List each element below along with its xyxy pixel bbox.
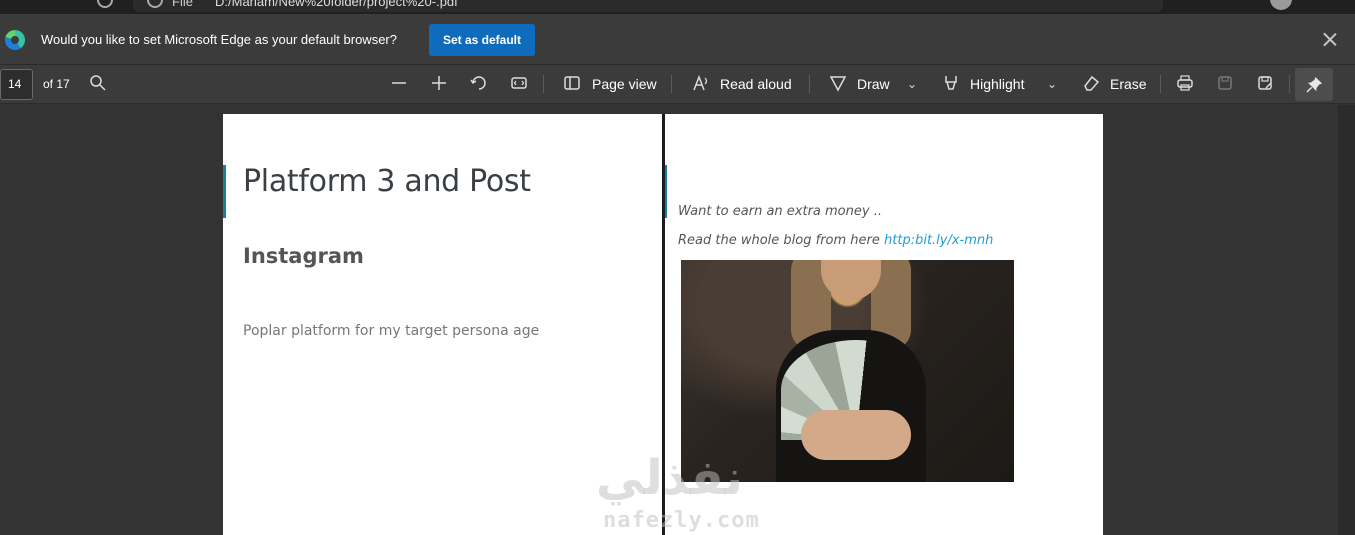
- highlight-button[interactable]: Highlight: [970, 76, 1024, 92]
- slide-subtitle: Instagram: [243, 244, 364, 268]
- save-as-icon[interactable]: [1255, 74, 1275, 94]
- eraser-icon[interactable]: [1081, 74, 1101, 94]
- chevron-down-icon[interactable]: ⌄: [902, 74, 922, 94]
- blog-link[interactable]: http:bit.ly/x-mnh: [884, 233, 993, 248]
- toolbar-separator: [1289, 75, 1290, 93]
- slide-title: Platform 3 and Post: [243, 164, 531, 199]
- draw-button[interactable]: Draw: [857, 76, 890, 92]
- search-icon[interactable]: [88, 74, 108, 94]
- blog-text-prefix: Read the whole blog from here: [678, 233, 885, 248]
- watermark-text: nafezly.com: [603, 508, 760, 533]
- toolbar-separator: [1160, 75, 1161, 93]
- money-fan-photo: [681, 260, 1014, 482]
- blog-text: Read the whole blog from here http:bit.l…: [678, 233, 993, 248]
- pin-toolbar-button[interactable]: [1295, 68, 1333, 101]
- zoom-in-icon[interactable]: [429, 74, 449, 94]
- vertical-scrollbar[interactable]: [1338, 105, 1355, 535]
- toolbar-separator: [671, 75, 672, 93]
- address-scheme-label: File: [172, 0, 193, 9]
- save-icon[interactable]: [1215, 74, 1235, 94]
- page-view-button[interactable]: Page view: [592, 76, 657, 92]
- address-bar-strip: File D:/Mariam/New%20folder/project%20-.…: [0, 0, 1355, 14]
- promo-text: Want to earn an extra money ..: [678, 204, 882, 219]
- rotate-icon[interactable]: [469, 74, 489, 94]
- refresh-icon[interactable]: [97, 0, 113, 8]
- zoom-out-icon[interactable]: [389, 74, 409, 94]
- edge-logo-icon: [5, 30, 25, 50]
- erase-button[interactable]: Erase: [1110, 76, 1147, 92]
- read-aloud-button[interactable]: Read aloud: [720, 76, 792, 92]
- infobar-message: Would you like to set Microsoft Edge as …: [41, 32, 397, 47]
- read-aloud-icon[interactable]: [691, 74, 711, 94]
- highlight-icon[interactable]: [941, 74, 961, 94]
- close-icon[interactable]: [1321, 31, 1339, 49]
- watermark-logo: نفذلي: [596, 450, 743, 506]
- profile-avatar[interactable]: [1270, 0, 1292, 10]
- address-url[interactable]: D:/Mariam/New%20folder/project%20-.pdf: [215, 0, 458, 9]
- title-accent-bar: [665, 165, 667, 218]
- draw-icon[interactable]: [828, 74, 848, 94]
- set-as-default-button[interactable]: Set as default: [429, 24, 535, 56]
- toolbar-separator: [543, 75, 544, 93]
- pdf-toolbar: 14 of 17 Page view Read aloud Draw ⌄ Hig…: [0, 65, 1355, 104]
- toolbar-separator: [809, 75, 810, 93]
- page-view-icon[interactable]: [562, 74, 582, 94]
- print-icon[interactable]: [1175, 74, 1195, 94]
- page-number-input[interactable]: 14: [0, 69, 33, 100]
- slide-body-text: Poplar platform for my target persona ag…: [243, 323, 540, 339]
- chevron-down-icon[interactable]: ⌄: [1042, 74, 1062, 94]
- page-total-label: of 17: [43, 77, 70, 91]
- fit-page-icon[interactable]: [509, 74, 529, 94]
- title-accent-bar: [223, 165, 226, 218]
- default-browser-infobar: Would you like to set Microsoft Edge as …: [0, 14, 1355, 65]
